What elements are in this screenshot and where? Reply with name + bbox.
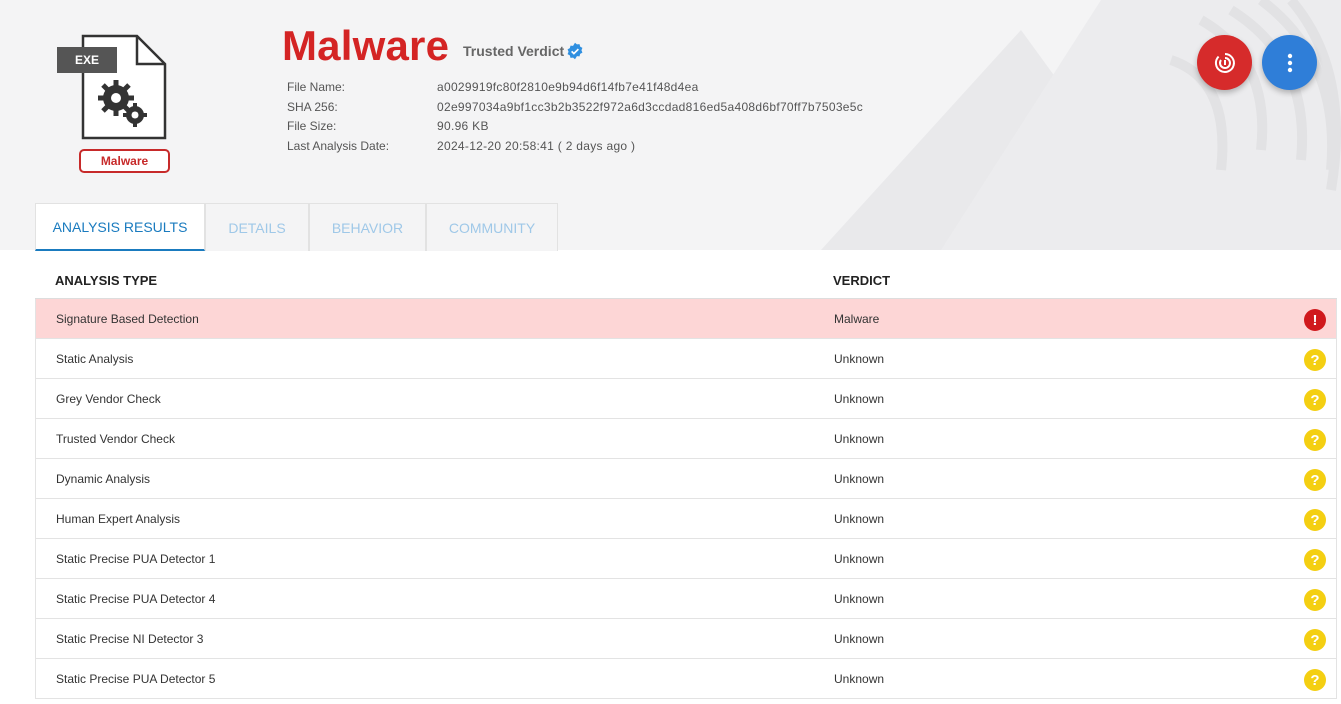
tab-details[interactable]: DETAILS — [205, 203, 309, 251]
meta-row-sha256: SHA 256: 02e997034a9bf1cc3b2b3522f972a6d… — [287, 99, 863, 119]
row-verdict: Unknown — [834, 471, 885, 486]
row-verdict: Unknown — [834, 591, 885, 606]
table-row[interactable]: Grey Vendor Check Unknown? — [35, 379, 1337, 419]
row-verdict: Unknown — [834, 431, 885, 446]
row-verdict: Unknown — [834, 671, 885, 686]
question-icon: ? — [1304, 669, 1326, 691]
table-row[interactable]: Signature Based Detection Malware! — [35, 299, 1337, 339]
meta-value: 02e997034a9bf1cc3b2b3522f972a6d3ccdad816… — [437, 99, 864, 114]
row-verdict: Unknown — [834, 551, 885, 566]
file-metadata: File Name: a0029919fc80f2810e9b94d6f14fb… — [287, 79, 863, 157]
question-icon: ? — [1304, 629, 1326, 651]
meta-row-last-analysis: Last Analysis Date: 2024-12-20 20:58:41 … — [287, 138, 863, 158]
tab-behavior[interactable]: BEHAVIOR — [309, 203, 426, 251]
table-row[interactable]: Trusted Vendor Check Unknown? — [35, 419, 1337, 459]
more-options-button[interactable] — [1262, 35, 1317, 90]
table-row[interactable]: Human Expert Analysis Unknown? — [35, 499, 1337, 539]
rescan-button[interactable] — [1197, 35, 1252, 90]
row-analysis-type: Human Expert Analysis — [56, 511, 181, 526]
tab-analysis-results[interactable]: ANALYSIS RESULTS — [35, 203, 205, 251]
row-verdict: Malware — [834, 311, 880, 326]
trusted-verdict-label: Trusted Verdict — [463, 43, 565, 59]
meta-key: Last Analysis Date: — [287, 138, 390, 153]
row-verdict: Unknown — [834, 631, 885, 646]
verified-check-icon — [567, 42, 583, 60]
question-icon: ? — [1304, 589, 1326, 611]
trusted-verdict: Trusted Verdict — [463, 42, 584, 60]
question-icon: ? — [1304, 349, 1326, 371]
row-analysis-type: Signature Based Detection — [56, 311, 199, 326]
file-verdict-badge: Malware — [79, 149, 170, 173]
more-vertical-icon — [1287, 53, 1292, 72]
verdict-title: Malware — [282, 22, 450, 69]
table-row[interactable]: Static Precise PUA Detector 1 Unknown? — [35, 539, 1337, 579]
table-row[interactable]: Static Precise PUA Detector 5 Unknown? — [35, 659, 1337, 699]
header-verdict: VERDICT — [833, 272, 891, 288]
row-analysis-type: Static Precise PUA Detector 1 — [56, 551, 216, 566]
analysis-results-table: ANALYSIS TYPE VERDICT Signature Based De… — [35, 262, 1337, 699]
row-verdict: Unknown — [834, 391, 885, 406]
question-icon: ? — [1304, 509, 1326, 531]
meta-row-filesize: File Size: 90.96 KB — [287, 118, 863, 138]
file-ext-label: EXE — [74, 53, 99, 67]
table-row[interactable]: Static Analysis Unknown? — [35, 339, 1337, 379]
row-verdict: Unknown — [834, 511, 885, 526]
tab-bar: ANALYSIS RESULTS DETAILS BEHAVIOR COMMUN… — [35, 203, 558, 251]
meta-key: File Name: — [287, 80, 346, 94]
question-icon: ? — [1304, 389, 1326, 411]
table-row[interactable]: Dynamic Analysis Unknown? — [35, 459, 1337, 499]
fingerprint-power-icon — [1214, 52, 1235, 73]
meta-row-filename: File Name: a0029919fc80f2810e9b94d6f14fb… — [287, 79, 863, 99]
question-icon: ? — [1304, 469, 1326, 491]
row-analysis-type: Static Precise PUA Detector 4 — [56, 591, 216, 606]
row-analysis-type: Dynamic Analysis — [56, 471, 151, 486]
meta-value: a0029919fc80f2810e9b94d6f14fb7e41f48d4ea — [437, 80, 699, 94]
meta-key: SHA 256: — [287, 99, 338, 114]
row-analysis-type: Static Analysis — [56, 351, 134, 366]
row-analysis-type: Grey Vendor Check — [56, 391, 161, 406]
tab-community[interactable]: COMMUNITY — [426, 203, 558, 251]
row-analysis-type: Trusted Vendor Check — [56, 431, 175, 446]
table-row[interactable]: Static Precise NI Detector 3 Unknown? — [35, 619, 1337, 659]
row-analysis-type: Static Precise PUA Detector 5 — [56, 671, 216, 686]
table-row[interactable]: Static Precise PUA Detector 4 Unknown? — [35, 579, 1337, 619]
question-icon: ? — [1304, 549, 1326, 571]
meta-value: 2024-12-20 20:58:41 ( 2 days ago ) — [437, 138, 636, 153]
header-analysis-type: ANALYSIS TYPE — [55, 272, 158, 288]
meta-value: 90.96 KB — [437, 119, 489, 133]
question-icon: ? — [1304, 429, 1326, 451]
table-header: ANALYSIS TYPE VERDICT — [35, 262, 1337, 299]
row-analysis-type: Static Precise NI Detector 3 — [56, 631, 204, 646]
meta-key: File Size: — [287, 119, 337, 133]
table-body: Signature Based Detection Malware! Static … — [35, 299, 1337, 699]
row-verdict: Unknown — [834, 351, 885, 366]
background-watermark — [821, 0, 1341, 250]
alert-icon: ! — [1304, 309, 1326, 331]
